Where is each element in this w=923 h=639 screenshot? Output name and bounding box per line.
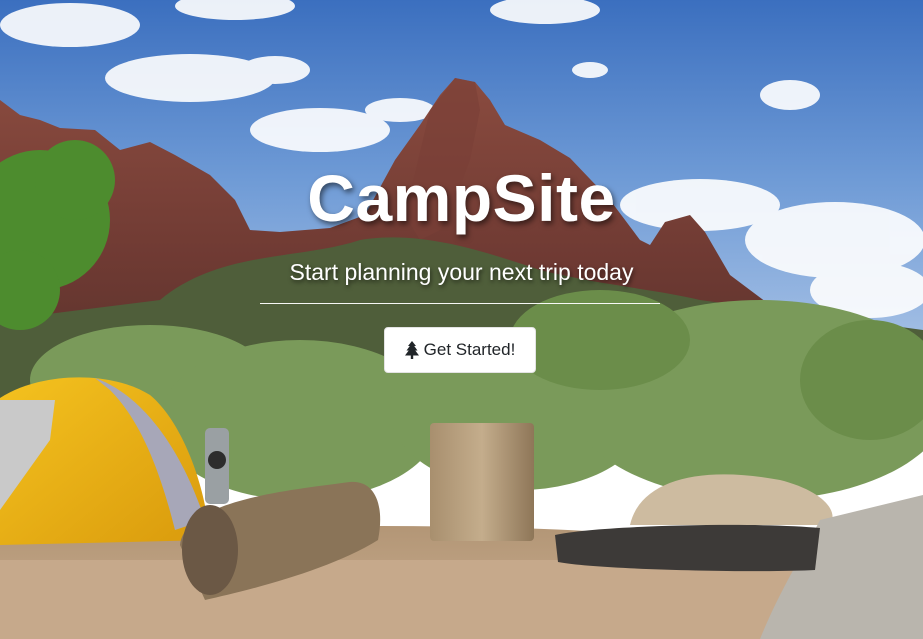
get-started-label: Get Started! bbox=[423, 340, 516, 359]
hero-content: CampSite Start planning your next trip t… bbox=[0, 0, 923, 639]
hero-section: CampSite Start planning your next trip t… bbox=[0, 0, 923, 639]
hero-subtitle: Start planning your next trip today bbox=[289, 259, 634, 285]
tree-icon bbox=[404, 341, 419, 359]
get-started-button[interactable]: Get Started! bbox=[384, 327, 536, 373]
site-title: CampSite bbox=[307, 161, 616, 235]
hero-divider bbox=[260, 303, 660, 304]
